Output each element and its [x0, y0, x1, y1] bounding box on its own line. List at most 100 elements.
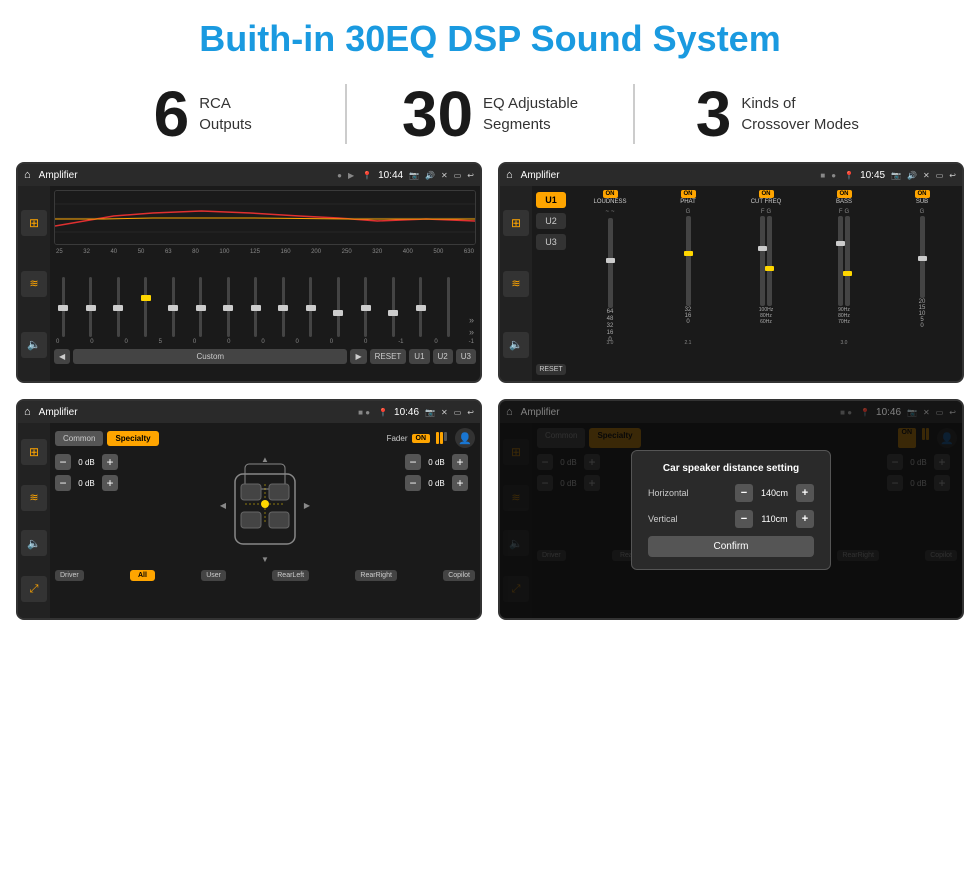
crossover-reset-btn[interactable]: RESET — [536, 364, 566, 375]
crossover-icon-tune[interactable]: ⊞ — [503, 210, 529, 236]
car-diagram: ▲ ▼ ◀ ▶ — [215, 454, 315, 564]
sp-fl-db: − 0 dB + — [55, 454, 125, 470]
sp-copilot-btn[interactable]: Copilot — [443, 570, 475, 581]
eq-slider-7[interactable] — [221, 277, 235, 337]
crossover-icon-wave[interactable]: ≋ — [503, 271, 529, 297]
horizontal-control: − 140cm + — [735, 484, 814, 502]
home-icon-2[interactable]: ⌂ — [506, 169, 513, 181]
screen-crossover: ⌂ Amplifier ■ ● 📍 10:45 📷 🔊 ✕ ▭ ↩ ⊞ ≋ 🔈 … — [498, 162, 964, 383]
svg-text:▲: ▲ — [261, 455, 269, 464]
eq-u1-btn[interactable]: U1 — [409, 349, 429, 364]
sp-tab-common[interactable]: Common — [55, 431, 103, 446]
vertical-label: Vertical — [648, 514, 708, 524]
home-icon-1[interactable]: ⌂ — [24, 169, 31, 181]
vertical-value: 110cm — [757, 514, 792, 524]
eq-reset-btn[interactable]: RESET — [370, 349, 407, 364]
fader-on-badge[interactable]: ON — [412, 434, 431, 443]
bass-on[interactable]: ON — [837, 190, 852, 198]
loudness-slider[interactable] — [608, 218, 613, 308]
eq-icon-tune[interactable]: ⊞ — [21, 210, 47, 236]
eq-slider-4[interactable] — [139, 277, 153, 337]
sp-all-btn[interactable]: All — [130, 570, 155, 581]
sp-fl-plus[interactable]: + — [102, 454, 118, 470]
sp-rr-db: − 0 dB + — [405, 475, 475, 491]
eq-slider-1[interactable] — [56, 277, 70, 337]
sub-slider[interactable] — [920, 216, 925, 298]
screen1-title: Amplifier — [39, 170, 333, 181]
eq-slider-12[interactable] — [359, 277, 373, 337]
screen3-title: Amplifier — [39, 407, 355, 418]
sp-rearleft-btn[interactable]: RearLeft — [272, 570, 309, 581]
u3-btn[interactable]: U3 — [536, 234, 566, 250]
stat-rca-number: 6 — [154, 82, 190, 146]
eq-slider-10[interactable] — [304, 277, 318, 337]
sp-icon-arrows[interactable]: ⤢ — [21, 576, 47, 602]
distance-dialog: Car speaker distance setting Horizontal … — [631, 450, 831, 570]
phat-on[interactable]: ON — [681, 190, 696, 198]
svg-text:▶: ▶ — [304, 501, 311, 510]
stat-crossover-number: 3 — [696, 82, 732, 146]
confirm-button[interactable]: Confirm — [648, 536, 814, 557]
eq-slider-3[interactable] — [111, 277, 125, 337]
cutfreq-on[interactable]: ON — [759, 190, 774, 198]
screen2-title: Amplifier — [521, 170, 817, 181]
status-bar-2: ⌂ Amplifier ■ ● 📍 10:45 📷 🔊 ✕ ▭ ↩ — [500, 164, 962, 186]
sp-icon-wave[interactable]: ≋ — [21, 485, 47, 511]
sp-icon-speaker[interactable]: 🔈 — [21, 530, 47, 556]
vertical-minus-btn[interactable]: − — [735, 510, 753, 528]
eq-slider-6[interactable] — [194, 277, 208, 337]
horizontal-plus-btn[interactable]: + — [796, 484, 814, 502]
sp-fl-minus[interactable]: − — [55, 454, 71, 470]
sp-rr-minus[interactable]: − — [405, 475, 421, 491]
eq-slider-15[interactable] — [441, 277, 455, 337]
phat-slider[interactable] — [686, 216, 691, 306]
dialog-overlay: Car speaker distance setting Horizontal … — [500, 401, 962, 618]
eq-slider-9[interactable] — [276, 277, 290, 337]
eq-slider-14[interactable] — [414, 277, 428, 337]
sp-fr-minus[interactable]: − — [405, 454, 421, 470]
crossover-icon-speaker[interactable]: 🔈 — [503, 332, 529, 358]
eq-u2-btn[interactable]: U2 — [433, 349, 453, 364]
eq-icon-wave[interactable]: ≋ — [21, 271, 47, 297]
sp-rl-plus[interactable]: + — [102, 475, 118, 491]
screen3-time: 10:46 — [394, 407, 419, 418]
sp-user-icon[interactable]: 👤 — [455, 428, 475, 448]
dialog-vertical-row: Vertical − 110cm + — [648, 510, 814, 528]
eq-slider-2[interactable] — [84, 277, 98, 337]
sp-rr-plus[interactable]: + — [452, 475, 468, 491]
page-title: Buith-in 30EQ DSP Sound System — [0, 0, 980, 72]
eq-next-btn[interactable]: ▶ — [350, 349, 366, 364]
sp-icon-tune[interactable]: ⊞ — [21, 439, 47, 465]
sp-fr-db: − 0 dB + — [405, 454, 475, 470]
home-icon-3[interactable]: ⌂ — [24, 406, 31, 418]
vertical-control: − 110cm + — [735, 510, 814, 528]
svg-text:▼: ▼ — [261, 555, 269, 564]
sp-driver-btn[interactable]: Driver — [55, 570, 84, 581]
eq-u3-btn[interactable]: U3 — [456, 349, 476, 364]
u1-btn[interactable]: U1 — [536, 192, 566, 208]
screen1-time: 10:44 — [378, 170, 403, 181]
cutfreq-f-slider[interactable] — [760, 216, 765, 306]
bass-f-slider[interactable] — [838, 216, 843, 306]
bass-g-slider[interactable] — [845, 216, 850, 306]
eq-slider-8[interactable] — [249, 277, 263, 337]
vertical-plus-btn[interactable]: + — [796, 510, 814, 528]
loudness-on[interactable]: ON — [603, 190, 618, 198]
dialog-horizontal-row: Horizontal − 140cm + — [648, 484, 814, 502]
svg-text:◀: ◀ — [220, 501, 227, 510]
eq-prev-btn[interactable]: ◀ — [54, 349, 70, 364]
sp-rearright-btn[interactable]: RearRight — [355, 570, 397, 581]
sub-on[interactable]: ON — [915, 190, 930, 198]
cutfreq-g-slider[interactable] — [767, 216, 772, 306]
eq-slider-13[interactable] — [386, 277, 400, 337]
sp-user-btn[interactable]: User — [201, 570, 226, 581]
sp-tab-specialty[interactable]: Specialty — [107, 431, 158, 446]
horizontal-minus-btn[interactable]: − — [735, 484, 753, 502]
eq-slider-11[interactable] — [331, 277, 345, 337]
sp-rl-minus[interactable]: − — [55, 475, 71, 491]
sp-fr-plus[interactable]: + — [452, 454, 468, 470]
stat-rca: 6 RCAOutputs — [60, 82, 345, 146]
u2-btn[interactable]: U2 — [536, 213, 566, 229]
eq-icon-speaker[interactable]: 🔈 — [21, 332, 47, 358]
eq-slider-5[interactable] — [166, 277, 180, 337]
